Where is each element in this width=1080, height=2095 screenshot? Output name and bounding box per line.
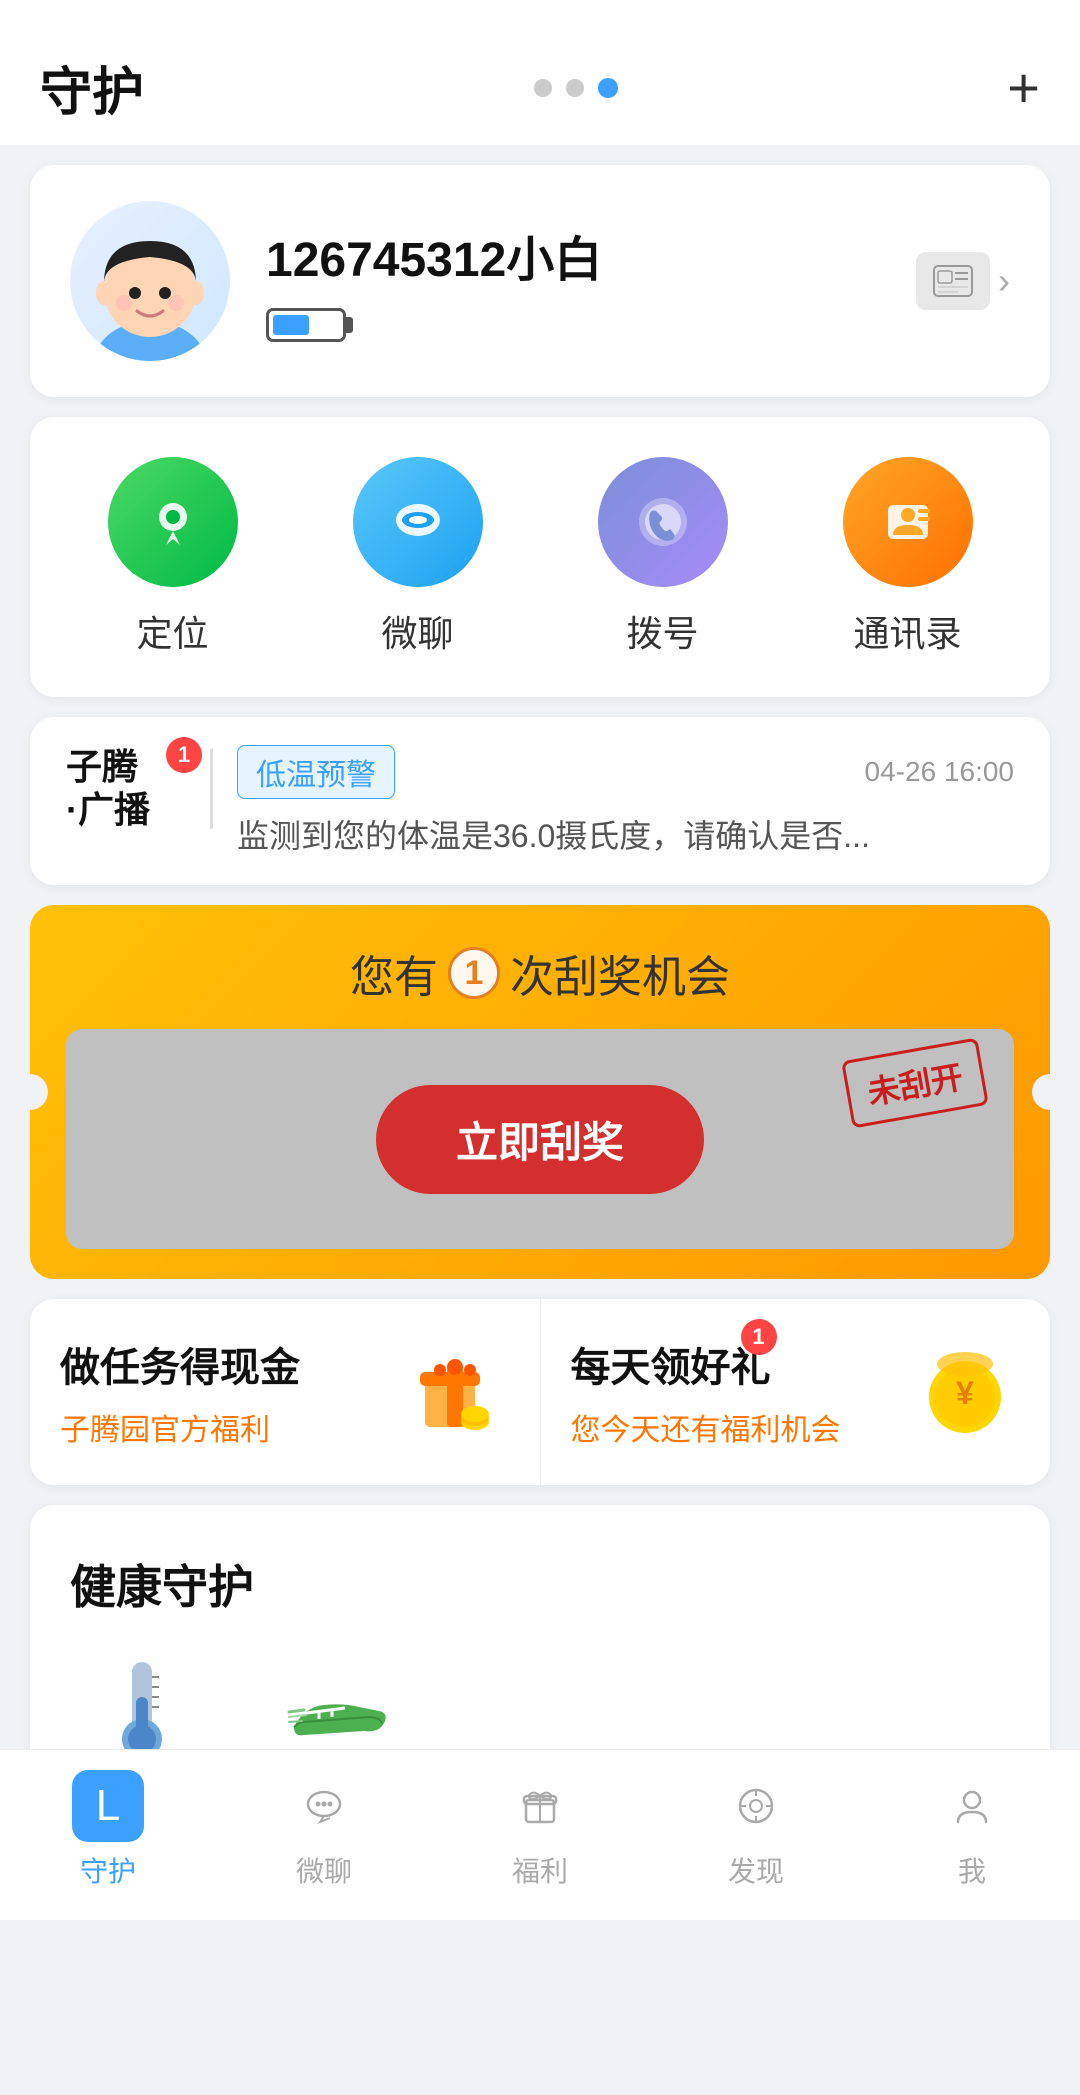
alert-badge: 1 [166, 737, 202, 773]
dot-3-active [598, 78, 618, 98]
nav-wechat[interactable]: 微聊 [288, 1770, 360, 1890]
dial-icon [598, 457, 728, 587]
alert-divider [210, 749, 213, 829]
alert-content: 低温预警 04-26 16:00 监测到您的体温是36.0摄氏度，请确认是否..… [237, 745, 1014, 857]
reward-daily-icon: ¥ [910, 1337, 1020, 1447]
nav-guard-icon: L [72, 1770, 144, 1842]
add-button[interactable]: + [1007, 60, 1040, 116]
scratch-button[interactable]: 立即刮奖 [376, 1085, 704, 1194]
alert-text: 监测到您的体温是36.0摄氏度，请确认是否... [237, 811, 1014, 857]
action-chat[interactable]: 微聊 [353, 457, 483, 657]
action-contacts[interactable]: 通讯录 [843, 457, 973, 657]
dot-2 [566, 79, 584, 97]
chat-icon [353, 457, 483, 587]
reward-task-text: 做任务得现金 子腾园官方福利 [60, 1335, 300, 1449]
nav-me[interactable]: 我 [936, 1770, 1008, 1890]
contacts-label: 通讯录 [853, 605, 961, 657]
battery-icon [266, 308, 346, 342]
profile-card: 126745312小白 › [30, 165, 1050, 397]
profile-name: 126745312小白 [266, 220, 916, 290]
id-card-icon[interactable] [916, 252, 990, 310]
bottom-nav: L 守护 微聊 福利 [0, 1749, 1080, 1920]
chevron-right-icon: › [998, 260, 1010, 302]
profile-info: 126745312小白 [266, 220, 916, 342]
nav-discover-icon [720, 1770, 792, 1842]
action-dial[interactable]: 拨号 [598, 457, 728, 657]
daily-badge: 1 [741, 1319, 777, 1355]
reward-task[interactable]: 做任务得现金 子腾园官方福利 [30, 1299, 541, 1485]
nav-discover[interactable]: 发现 [720, 1770, 792, 1890]
action-location[interactable]: 定位 [108, 457, 238, 657]
alert-brand: 1 子腾 ·广播 [66, 745, 186, 831]
quick-actions-card: 定位 微聊 拨号 [30, 417, 1050, 697]
nav-wechat-icon [288, 1770, 360, 1842]
contacts-icon [843, 457, 973, 587]
battery-fill [273, 315, 309, 335]
scratch-title: 您有 1 次刮奖机会 [66, 941, 1014, 1005]
profile-action[interactable]: › [916, 252, 1010, 310]
scratch-num: 1 [448, 947, 500, 999]
reward-daily-title: 每天领好礼 [571, 1335, 841, 1393]
dot-1 [534, 79, 552, 97]
header-pagination [534, 78, 618, 98]
reward-daily-text: 每天领好礼 您今天还有福利机会 [571, 1335, 841, 1449]
alert-brand-line1: 子腾 [66, 745, 138, 788]
reward-daily-sub: 您今天还有福利机会 [571, 1405, 841, 1449]
header: 守护 + [0, 0, 1080, 145]
nav-discover-label: 发现 [728, 1850, 784, 1890]
alert-brand-line2: ·广播 [66, 788, 150, 831]
nav-me-icon [936, 1770, 1008, 1842]
chat-label: 微聊 [381, 605, 453, 657]
reward-task-icon [400, 1337, 510, 1447]
dial-label: 拨号 [626, 605, 698, 657]
nav-guard[interactable]: L 守护 [72, 1770, 144, 1890]
location-label: 定位 [136, 605, 208, 657]
nav-welfare-icon [504, 1770, 576, 1842]
header-title: 守护 [40, 50, 144, 125]
alert-card[interactable]: 1 子腾 ·广播 低温预警 04-26 16:00 监测到您的体温是36.0摄氏… [30, 717, 1050, 885]
rewards-card: 做任务得现金 子腾园官方福利 1 每天领好礼 您今天还有福利机会 [30, 1299, 1050, 1485]
reward-task-sub: 子腾园官方福利 [60, 1405, 300, 1449]
battery-indicator [266, 308, 916, 342]
alert-time: 04-26 16:00 [865, 756, 1014, 788]
nav-guard-label: 守护 [80, 1850, 136, 1890]
scratch-area[interactable]: 立即刮奖 未刮开 [66, 1029, 1014, 1249]
nav-me-label: 我 [958, 1850, 986, 1890]
svg-text:¥: ¥ [956, 1375, 974, 1411]
nav-welfare[interactable]: 福利 [504, 1770, 576, 1890]
alert-tag: 低温预警 [237, 745, 395, 799]
scratch-title-prefix: 您有 [350, 941, 438, 1005]
scratch-card[interactable]: 您有 1 次刮奖机会 立即刮奖 未刮开 [30, 905, 1050, 1279]
nav-welfare-label: 福利 [512, 1850, 568, 1890]
location-icon [108, 457, 238, 587]
nav-wechat-label: 微聊 [296, 1850, 352, 1890]
scratch-stamp: 未刮开 [841, 1038, 989, 1129]
alert-header-row: 低温预警 04-26 16:00 [237, 745, 1014, 799]
health-section-title: 健康守护 [70, 1551, 1010, 1617]
reward-daily[interactable]: 1 每天领好礼 您今天还有福利机会 ¥ [541, 1299, 1051, 1485]
avatar [70, 201, 230, 361]
scratch-title-suffix: 次刮奖机会 [510, 941, 730, 1005]
reward-task-title: 做任务得现金 [60, 1335, 300, 1393]
